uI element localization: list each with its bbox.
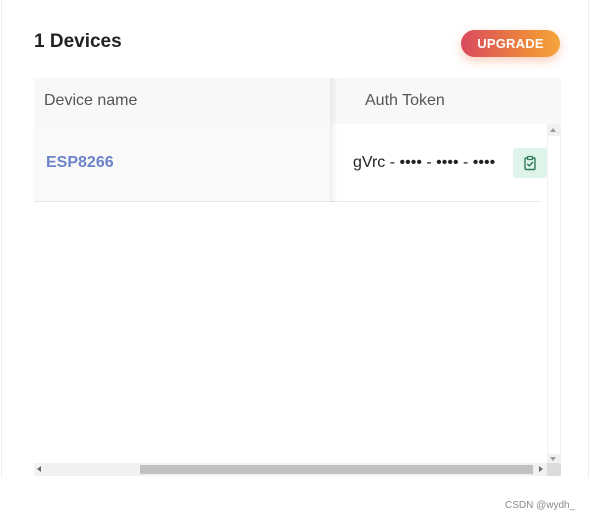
- table-header: Device name Auth Token: [34, 78, 561, 124]
- watermark: CSDN @wydh_: [505, 500, 576, 511]
- vertical-scrollbar[interactable]: [547, 124, 561, 466]
- horizontal-scrollbar[interactable]: [34, 463, 547, 476]
- clipboard-check-icon: [524, 155, 536, 171]
- scroll-down-arrow[interactable]: [550, 457, 556, 461]
- column-header-device-name[interactable]: Device name: [44, 92, 137, 110]
- fixed-column-shadow: [330, 78, 338, 202]
- column-header-auth-token[interactable]: Auth Token: [365, 92, 445, 110]
- upgrade-button[interactable]: UPGRADE: [461, 30, 560, 57]
- horizontal-scrollbar-thumb[interactable]: [140, 465, 533, 474]
- table-row[interactable]: ESP8266 gVrc - •••• - •••• - ••••: [34, 124, 547, 202]
- device-name-link[interactable]: ESP8266: [46, 154, 114, 172]
- page-title: 1 Devices: [34, 31, 122, 52]
- scroll-up-arrow[interactable]: [550, 128, 556, 132]
- auth-token-value: gVrc - •••• - •••• - ••••: [353, 154, 496, 171]
- scroll-left-arrow[interactable]: [37, 466, 41, 472]
- scrollbar-corner: [547, 463, 561, 476]
- devices-card: 1 Devices UPGRADE Device name Auth Token…: [1, 0, 589, 478]
- copy-token-button[interactable]: [513, 148, 547, 178]
- vertical-scrollbar-thumb[interactable]: [548, 136, 560, 454]
- scroll-right-arrow[interactable]: [539, 466, 543, 472]
- devices-table: Device name Auth Token ESP8266 gVrc - ••…: [34, 78, 561, 476]
